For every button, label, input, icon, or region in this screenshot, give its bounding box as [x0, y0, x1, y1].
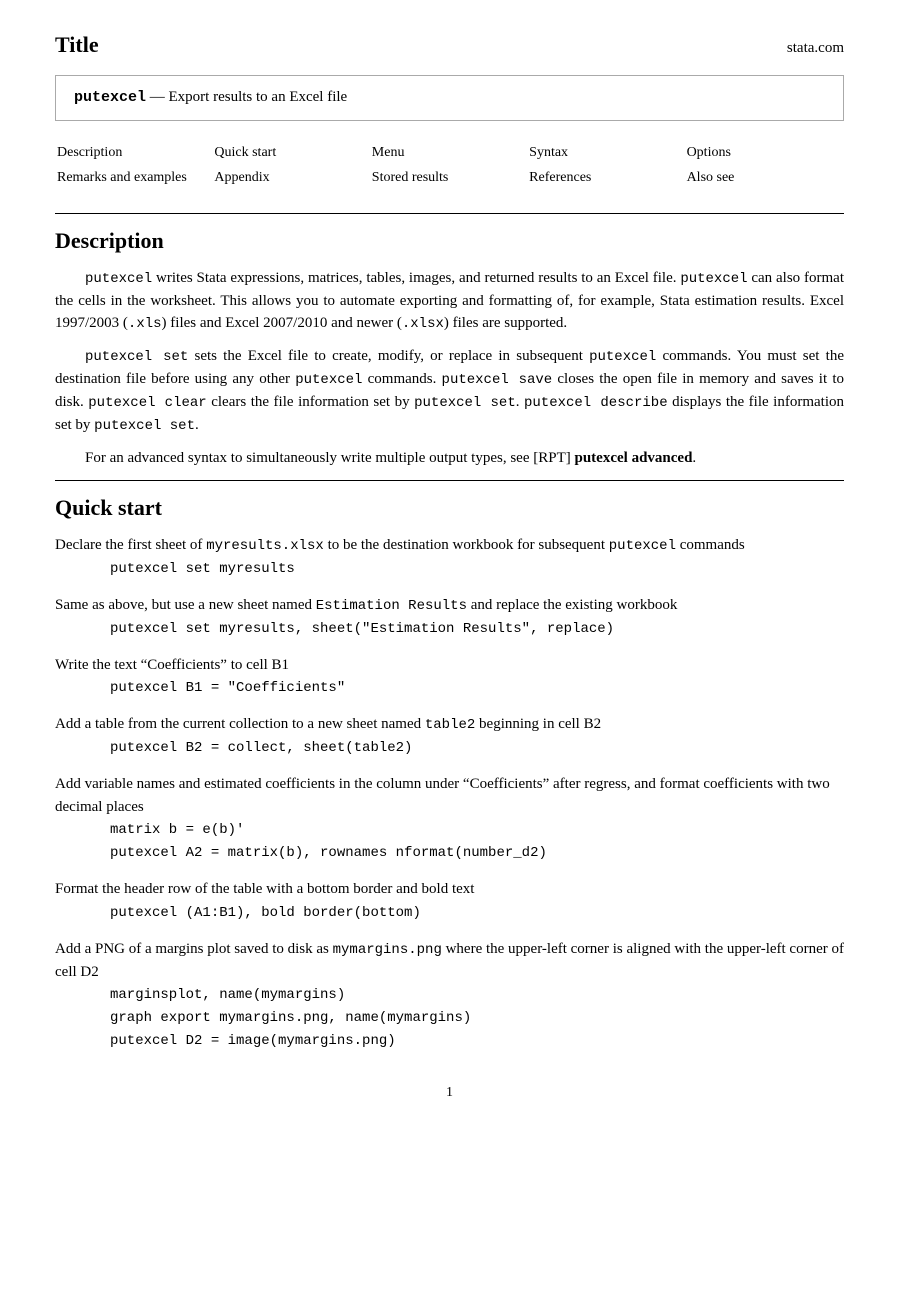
page-title: Title	[55, 28, 99, 61]
qs-item-5: Add variable names and estimated coeffic…	[55, 773, 844, 864]
page-header: Title stata.com	[55, 28, 844, 61]
qs-code-3: putexcel B1 = "Coefficients"	[110, 678, 844, 699]
nav-menu[interactable]: Menu	[372, 145, 405, 160]
qs-code-1: putexcel set myresults	[110, 559, 844, 580]
qs-item-1: Declare the first sheet of myresults.xls…	[55, 534, 844, 580]
quickstart-divider	[55, 480, 844, 481]
nav-syntax[interactable]: Syntax	[529, 145, 568, 160]
nav-stored[interactable]: Stored results	[372, 170, 449, 185]
nav-references[interactable]: References	[529, 170, 591, 185]
title-box: putexcel — Export results to an Excel fi…	[55, 75, 844, 121]
title-cmd: putexcel	[74, 89, 146, 106]
stata-brand: stata.com	[787, 37, 844, 60]
qs-item-2: Same as above, but use a new sheet named…	[55, 594, 844, 640]
description-para-2: putexcel set sets the Excel file to crea…	[55, 345, 844, 437]
title-dash: —	[150, 89, 165, 105]
nav-options[interactable]: Options	[687, 145, 731, 160]
qs-desc-5: Add variable names and estimated coeffic…	[55, 773, 844, 818]
qs-item-4: Add a table from the current collection …	[55, 713, 844, 759]
qs-desc-1: Declare the first sheet of myresults.xls…	[55, 534, 844, 557]
qs-code-7a: marginsplot, name(mymargins)	[110, 985, 844, 1006]
nav-remarks[interactable]: Remarks and examples	[57, 170, 187, 185]
qs-code-6: putexcel (A1:B1), bold border(bottom)	[110, 903, 844, 924]
qs-code-7c: putexcel D2 = image(mymargins.png)	[110, 1031, 844, 1052]
title-description: Export results to an Excel file	[169, 89, 348, 105]
page: Title stata.com putexcel — Export result…	[0, 0, 899, 1315]
qs-code-2: putexcel set myresults, sheet("Estimatio…	[110, 619, 844, 640]
qs-desc-3: Write the text “Coefficients” to cell B1	[55, 654, 844, 677]
qs-desc-7: Add a PNG of a margins plot saved to dis…	[55, 938, 844, 984]
description-para-3: For an advanced syntax to simultaneously…	[55, 447, 844, 470]
qs-code-5a: matrix b = e(b)'	[110, 820, 844, 841]
nav-description[interactable]: Description	[57, 145, 122, 160]
description-para-1: putexcel writes Stata expressions, matri…	[55, 267, 844, 336]
qs-item-6: Format the header row of the table with …	[55, 878, 844, 924]
nav-appendix[interactable]: Appendix	[214, 170, 269, 185]
qs-code-4: putexcel B2 = collect, sheet(table2)	[110, 738, 844, 759]
nav-alsosee[interactable]: Also see	[687, 170, 735, 185]
qs-item-7: Add a PNG of a margins plot saved to dis…	[55, 938, 844, 1053]
page-footer: 1	[55, 1082, 844, 1113]
qs-code-7b: graph export mymargins.png, name(mymargi…	[110, 1008, 844, 1029]
nav-quickstart[interactable]: Quick start	[214, 145, 276, 160]
qs-desc-2: Same as above, but use a new sheet named…	[55, 594, 844, 617]
section-divider	[55, 213, 844, 214]
page-number: 1	[446, 1085, 453, 1100]
nav-table: Description Quick start Menu Syntax Opti…	[55, 139, 844, 191]
qs-desc-4: Add a table from the current collection …	[55, 713, 844, 736]
description-heading: Description	[55, 224, 844, 257]
qs-desc-6: Format the header row of the table with …	[55, 878, 844, 901]
qs-code-5b: putexcel A2 = matrix(b), rownames nforma…	[110, 843, 844, 864]
quickstart-heading: Quick start	[55, 491, 844, 524]
qs-item-3: Write the text “Coefficients” to cell B1…	[55, 654, 844, 700]
